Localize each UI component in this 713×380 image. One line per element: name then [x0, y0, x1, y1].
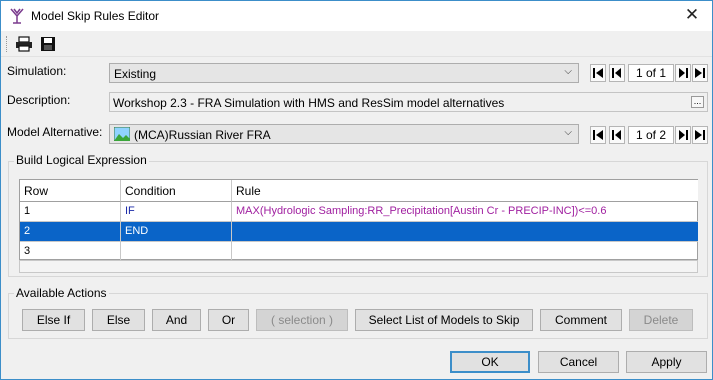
expression-table: Row Condition Rule 1 IF MAX(Hydrologic S…: [19, 179, 698, 260]
landscape-icon: [114, 127, 130, 141]
select-models-to-skip-button[interactable]: Select List of Models to Skip: [355, 309, 533, 331]
available-actions-title: Available Actions: [14, 286, 109, 300]
description-label: Description:: [7, 93, 71, 107]
else-button[interactable]: Else: [92, 309, 145, 331]
condition-cell[interactable]: [121, 242, 232, 260]
simulation-navigator: 1 of 1: [590, 64, 708, 82]
close-icon: ✕: [684, 5, 700, 24]
floppy-disk-icon[interactable]: [39, 36, 57, 52]
or-button[interactable]: Or: [208, 309, 249, 331]
last-icon: [695, 68, 705, 78]
model-alternative-label: Model Alternative:: [7, 125, 103, 139]
last-button[interactable]: [692, 126, 708, 144]
cancel-button[interactable]: Cancel: [538, 351, 619, 373]
chevron-down-icon: ⌵: [564, 66, 572, 77]
row-number-cell: 2: [20, 222, 121, 242]
next-button[interactable]: [675, 64, 691, 82]
model-alternative-navigator: 1 of 2: [590, 126, 708, 144]
toolbar: [1, 31, 712, 57]
apply-button[interactable]: Apply: [626, 351, 707, 373]
description-value: Workshop 2.3 - FRA Simulation with HMS a…: [113, 96, 505, 110]
simulation-count: 1 of 1: [628, 64, 674, 82]
last-button[interactable]: [692, 64, 708, 82]
column-header-condition[interactable]: Condition: [121, 180, 232, 202]
delete-button[interactable]: Delete: [629, 309, 693, 331]
and-button[interactable]: And: [152, 309, 201, 331]
previous-icon: [612, 130, 621, 140]
column-header-row[interactable]: Row: [20, 180, 121, 202]
printer-icon[interactable]: [15, 36, 33, 52]
horizontal-scrollbar[interactable]: [19, 260, 698, 273]
app-icon: [10, 8, 24, 24]
previous-icon: [612, 68, 621, 78]
model-alternative-value: (MCA)Russian River FRA: [134, 128, 271, 142]
previous-button[interactable]: [609, 64, 625, 82]
rule-cell[interactable]: MAX(Hydrologic Sampling:RR_Precipitation…: [232, 202, 698, 222]
build-expression-title: Build Logical Expression: [14, 153, 149, 167]
next-icon: [679, 68, 688, 78]
else-if-button[interactable]: Else If: [22, 309, 85, 331]
condition-cell[interactable]: END: [121, 222, 232, 242]
rule-cell[interactable]: [232, 222, 698, 242]
ok-button[interactable]: OK: [450, 351, 530, 373]
previous-button[interactable]: [609, 126, 625, 144]
condition-cell[interactable]: IF: [121, 202, 232, 222]
model-alternative-count: 1 of 2: [628, 126, 674, 144]
column-header-rule[interactable]: Rule: [232, 180, 698, 202]
first-icon: [593, 130, 603, 140]
simulation-label: Simulation:: [7, 64, 67, 78]
description-edit-button[interactable]: ...: [691, 96, 704, 108]
last-icon: [695, 130, 705, 140]
first-icon: [593, 68, 603, 78]
simulation-value: Existing: [114, 67, 157, 81]
selection-button[interactable]: ( selection ): [256, 309, 348, 331]
description-field[interactable]: Workshop 2.3 - FRA Simulation with HMS a…: [109, 92, 708, 112]
toolbar-grip: [6, 36, 8, 52]
first-button[interactable]: [590, 126, 606, 144]
window-title: Model Skip Rules Editor: [31, 9, 160, 23]
simulation-select[interactable]: Existing ⌵: [109, 63, 579, 83]
title-bar[interactable]: Model Skip Rules Editor ✕: [1, 1, 712, 31]
rule-cell[interactable]: [232, 242, 698, 260]
next-icon: [679, 130, 688, 140]
next-button[interactable]: [675, 126, 691, 144]
dialog-window: Model Skip Rules Editor ✕ Simulation: Ex…: [0, 0, 713, 380]
comment-button[interactable]: Comment: [540, 309, 622, 331]
model-alternative-select[interactable]: (MCA)Russian River FRA ⌵: [109, 124, 579, 144]
chevron-down-icon: ⌵: [564, 127, 572, 138]
close-button[interactable]: ✕: [672, 1, 712, 31]
row-number-cell: 3: [20, 242, 121, 260]
row-number-cell: 1: [20, 202, 121, 222]
first-button[interactable]: [590, 64, 606, 82]
